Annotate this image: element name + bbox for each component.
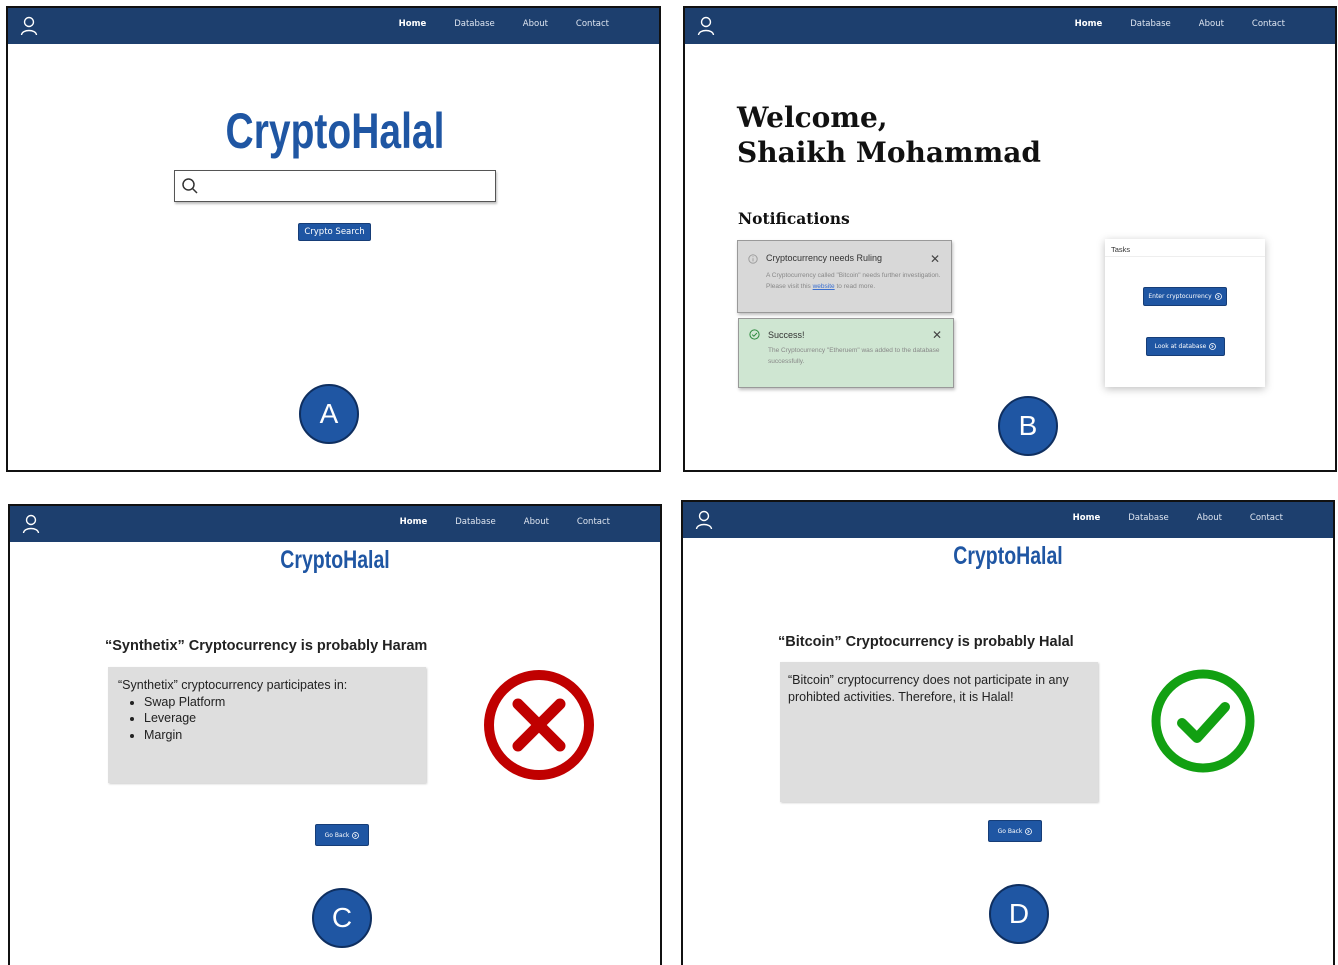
- panel-b: Home Database About Contact Welcome, Sha…: [683, 6, 1337, 472]
- nav-about[interactable]: About: [1199, 19, 1224, 29]
- list-item: Leverage: [144, 710, 416, 727]
- go-back-button[interactable]: Go Back: [315, 824, 369, 846]
- result-heading: “Synthetix” Cryptocurrency is probably H…: [105, 638, 428, 654]
- brand-title: CryptoHalal: [953, 542, 1063, 570]
- navbar: Home Database About Contact: [8, 8, 659, 44]
- tasks-card: Tasks Enter cryptocurrency Look at datab…: [1105, 239, 1265, 387]
- list-item: Swap Platform: [144, 694, 416, 711]
- nav-database[interactable]: Database: [454, 19, 495, 29]
- navbar: Home Database About Contact: [683, 502, 1333, 538]
- notifications-heading: Notifications: [738, 209, 850, 228]
- nav-contact[interactable]: Contact: [1252, 19, 1285, 29]
- activity-list: Swap Platform Leverage Margin: [118, 694, 416, 744]
- look-at-database-button[interactable]: Look at database: [1146, 337, 1225, 356]
- navbar: Home Database About Contact: [10, 506, 660, 542]
- user-icon[interactable]: [20, 16, 38, 36]
- result-details: “Bitcoin” cryptocurrency does not partic…: [780, 662, 1098, 802]
- nav-about[interactable]: About: [523, 19, 548, 29]
- nav-database[interactable]: Database: [1130, 19, 1171, 29]
- panel-d: Home Database About Contact CryptoHalal …: [681, 500, 1335, 965]
- close-icon[interactable]: ✕: [930, 252, 940, 266]
- arrow-circle-icon: [352, 831, 360, 839]
- list-item: Margin: [144, 727, 416, 744]
- notification-title: Cryptocurrency needs Ruling: [766, 253, 883, 263]
- notification-body: The Cryptocurrency "Etheruem" was added …: [768, 347, 940, 365]
- arrow-circle-icon: [1209, 343, 1217, 350]
- close-icon[interactable]: ✕: [932, 328, 942, 342]
- nav-database[interactable]: Database: [1128, 513, 1169, 523]
- notification-body-text-end: to read more.: [834, 283, 876, 290]
- arrow-circle-icon: [1214, 293, 1222, 300]
- panel-c: Home Database About Contact CryptoHalal …: [8, 504, 662, 965]
- button-label: Go Back: [324, 831, 350, 839]
- enter-cryptocurrency-button[interactable]: Enter cryptocurrency: [1143, 287, 1227, 306]
- check-circle-icon: [749, 329, 760, 340]
- user-icon[interactable]: [22, 514, 40, 534]
- tasks-title: Tasks: [1111, 245, 1131, 254]
- go-back-button[interactable]: Go Back: [988, 820, 1042, 842]
- nav-database[interactable]: Database: [455, 517, 496, 527]
- panel-label-badge: A: [299, 384, 359, 444]
- brand-title: CryptoHalal: [280, 546, 390, 574]
- info-icon: [748, 254, 758, 264]
- panel-label-badge: B: [998, 396, 1058, 456]
- nav-contact[interactable]: Contact: [576, 19, 609, 29]
- button-label: Go Back: [997, 827, 1023, 835]
- nav-home[interactable]: Home: [1073, 513, 1101, 523]
- nav-contact[interactable]: Contact: [577, 517, 610, 527]
- search-icon: [182, 178, 198, 194]
- nav-about[interactable]: About: [1197, 513, 1222, 523]
- nav-home[interactable]: Home: [399, 19, 427, 29]
- notification-needs-ruling: Cryptocurrency needs Ruling ✕ A Cryptocu…: [737, 240, 952, 313]
- nav-home[interactable]: Home: [1075, 19, 1103, 29]
- nav-about[interactable]: About: [524, 517, 549, 527]
- crypto-search-button[interactable]: Crypto Search: [298, 223, 371, 241]
- search-input[interactable]: [174, 170, 496, 202]
- result-details: “Synthetix” cryptocurrency participates …: [108, 667, 426, 783]
- welcome-line-1: Welcome,: [737, 101, 888, 134]
- divider: [1105, 256, 1265, 257]
- button-label: Look at database: [1154, 343, 1207, 350]
- welcome-heading: Welcome, Shaikh Mohammad: [737, 100, 1041, 170]
- result-heading: “Bitcoin” Cryptocurrency is probably Hal…: [778, 634, 1074, 650]
- arrow-circle-icon: [1025, 827, 1033, 835]
- nav-contact[interactable]: Contact: [1250, 513, 1283, 523]
- welcome-line-2: Shaikh Mohammad: [737, 136, 1042, 169]
- result-body: “Bitcoin” cryptocurrency does not partic…: [788, 673, 1069, 704]
- button-label: Enter cryptocurrency: [1148, 293, 1212, 300]
- panel-label-badge: C: [312, 888, 372, 948]
- panel-label-badge: D: [989, 884, 1049, 944]
- brand-title: CryptoHalal: [225, 103, 445, 159]
- panel-a: Home Database About Contact CryptoHalal …: [6, 6, 661, 472]
- notification-title: Success!: [768, 330, 805, 340]
- user-icon[interactable]: [697, 16, 715, 36]
- check-circle-icon: [1151, 669, 1255, 773]
- navbar: Home Database About Contact: [685, 8, 1335, 44]
- website-link[interactable]: website: [813, 283, 835, 290]
- nav-home[interactable]: Home: [400, 517, 428, 527]
- result-intro: “Synthetix” cryptocurrency participates …: [118, 678, 348, 692]
- user-icon[interactable]: [695, 510, 713, 530]
- notification-success: Success! ✕ The Cryptocurrency "Etheruem"…: [738, 318, 954, 388]
- notification-body: A Cryptocurrency called "Bitcoin" needs …: [766, 270, 944, 292]
- x-circle-icon: [484, 670, 594, 780]
